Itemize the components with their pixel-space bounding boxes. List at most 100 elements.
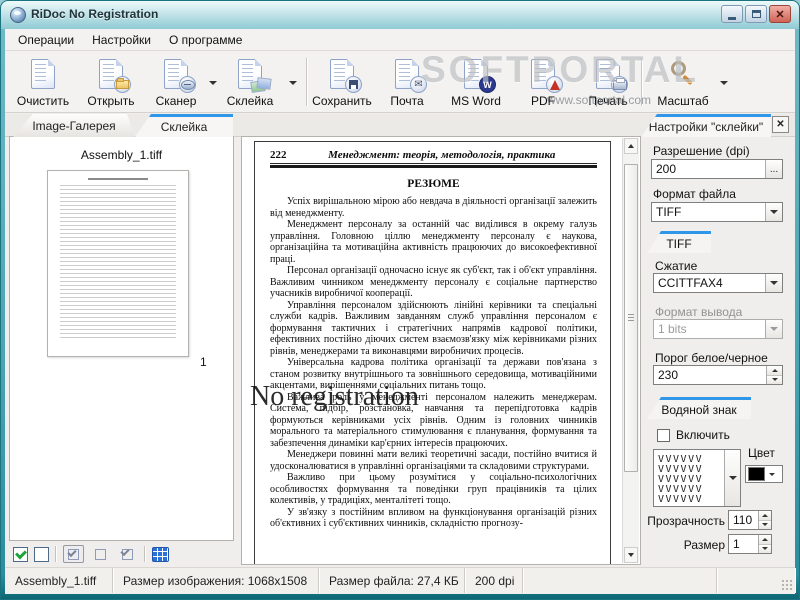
- size-spinner[interactable]: 1: [728, 534, 772, 554]
- deselect-all-checkbox-icon[interactable]: [34, 546, 49, 562]
- menu-about[interactable]: О программе: [160, 30, 251, 50]
- watermark-settings-tab[interactable]: Водяной знак: [647, 397, 751, 419]
- mail-icon: ✉: [410, 76, 427, 93]
- spinner-up-button[interactable]: [767, 366, 782, 375]
- toolbar-save-button[interactable]: Сохранить: [311, 57, 373, 109]
- close-button[interactable]: ✕: [769, 5, 791, 23]
- chevron-down-icon[interactable]: [724, 450, 740, 506]
- enable-checkbox[interactable]: [657, 428, 670, 442]
- status-file-name: Assembly_1.tiff: [5, 568, 113, 593]
- toolbar-mail-button[interactable]: ✉ Почта: [379, 57, 435, 109]
- threshold-spinner[interactable]: 230: [653, 365, 783, 385]
- merge-dropdown-arrow[interactable]: [286, 63, 300, 103]
- tab-merge[interactable]: Склейка: [135, 114, 233, 137]
- save-floppy-icon: [345, 76, 362, 93]
- app-icon: [10, 7, 26, 23]
- status-bar: Assembly_1.tiff Размер изображения: 1068…: [5, 567, 795, 593]
- select-all-checkbox-icon[interactable]: [13, 546, 28, 562]
- scroll-down-button[interactable]: [624, 547, 638, 563]
- spinner-up-button[interactable]: [759, 511, 771, 520]
- menu-settings[interactable]: Настройки: [83, 30, 160, 50]
- close-icon: ✕: [776, 119, 785, 130]
- settings-close-button[interactable]: ✕: [772, 116, 789, 133]
- toolbar-pdf-button[interactable]: PDF: [514, 57, 572, 109]
- document-header: 222 Менеджмент: теорія, методологія, пра…: [270, 149, 597, 164]
- toolbar-clear-button[interactable]: Очистить: [11, 57, 75, 109]
- tab-merge-settings[interactable]: Настройки "склейки": [641, 114, 771, 137]
- compression-label: Сжатие: [655, 259, 698, 273]
- spinner-down-button[interactable]: [767, 374, 782, 384]
- watermark-pattern-preview: VVVVVV VVVVVV VVVVVV VVVVVV VVVVVV: [658, 453, 704, 505]
- toolbar-msword-button[interactable]: W MS Word: [443, 57, 509, 109]
- file-format-select[interactable]: TIFF: [651, 202, 783, 222]
- output-format-select: 1 bits: [653, 319, 783, 339]
- output-format-label: Формат вывода: [655, 305, 743, 319]
- opacity-label: Прозрачность: [647, 514, 725, 528]
- resolution-label: Разрешение (dpi): [653, 144, 750, 158]
- thumbnail-grid-view-icon[interactable]: [152, 546, 169, 562]
- scanner-icon: [179, 76, 196, 93]
- green-check-icon: [14, 546, 27, 560]
- zoom-dropdown-arrow[interactable]: [717, 63, 731, 103]
- document-page: 222 Менеджмент: теорія, методологія, пра…: [254, 141, 611, 564]
- document-page-number: 222: [270, 149, 287, 161]
- compression-select[interactable]: CCITTFAX4: [653, 273, 783, 293]
- spinner-up-button[interactable]: [759, 535, 771, 544]
- color-select[interactable]: [745, 465, 783, 483]
- toolbar-merge-button[interactable]: Склейка: [219, 57, 281, 109]
- opacity-spinner[interactable]: 110: [728, 510, 772, 530]
- watermark-pattern-select[interactable]: VVVVVV VVVVVV VVVVVV VVVVVV VVVVVV: [653, 449, 741, 507]
- resolution-input[interactable]: 200 ...: [651, 159, 783, 179]
- toggle-selection-icon[interactable]: [117, 545, 138, 563]
- open-folder-icon: [114, 76, 131, 93]
- toolbar-separator: [306, 58, 308, 106]
- chevron-down-icon[interactable]: [765, 274, 782, 292]
- document-paragraph: Успіх вирішальною мірою або невдача в ді…: [270, 196, 597, 219]
- document-scrollbar[interactable]: [622, 138, 639, 563]
- toolbar-scanner-button[interactable]: Сканер: [146, 57, 206, 109]
- resolution-browse-button[interactable]: ...: [765, 160, 782, 178]
- spinner-down-button[interactable]: [759, 519, 771, 529]
- status-file-size: Размер файла: 27,4 КБ: [319, 568, 465, 593]
- chevron-down-icon[interactable]: [765, 466, 779, 482]
- scanner-dropdown-arrow[interactable]: [206, 63, 220, 103]
- invert-selection-icon[interactable]: [90, 545, 111, 563]
- toolbar-separator: [641, 58, 643, 106]
- toolbar-separator: [144, 546, 146, 562]
- document-running-title: Менеджмент: теорія, методологія, практик…: [328, 149, 556, 161]
- minimize-button[interactable]: [721, 5, 743, 23]
- page-thumbnail[interactable]: [47, 170, 189, 357]
- tab-image-gallery[interactable]: Image-Галерея: [13, 114, 135, 137]
- toolbar-separator: [55, 546, 57, 562]
- scrollbar-thumb[interactable]: [624, 164, 638, 472]
- document-paragraph: Персонал організації одночасно існує як …: [270, 265, 597, 299]
- thumbnail-title: Assembly_1.tiff: [80, 148, 163, 162]
- spinner-down-button[interactable]: [759, 543, 771, 553]
- select-pages-mode-icon[interactable]: [63, 545, 84, 563]
- arrow-down-icon: [762, 547, 768, 551]
- chevron-down-icon[interactable]: [765, 203, 782, 221]
- merge-images-icon: [250, 77, 273, 94]
- menu-operations[interactable]: Операции: [9, 30, 83, 50]
- no-registration-watermark: No registration: [250, 381, 419, 412]
- enable-label: Включить: [676, 428, 730, 442]
- maximize-button[interactable]: [745, 5, 767, 23]
- toolbar-open-button[interactable]: Открыть: [80, 57, 142, 109]
- page-number-label: 1: [200, 355, 207, 369]
- printer-icon: [611, 76, 628, 93]
- chevron-down-icon: [765, 320, 782, 338]
- title-bar[interactable]: RiDoc No Registration ✕: [1, 1, 799, 29]
- menu-bar: Операции Настройки О программе: [5, 29, 795, 51]
- scroll-up-button[interactable]: [624, 138, 638, 154]
- document-paragraph: Менеджмент персоналу за останній час вид…: [270, 219, 597, 265]
- maximize-icon: [751, 10, 761, 18]
- document-paragraph: Менеджери повинні мати великі теоретичні…: [270, 449, 597, 472]
- threshold-label: Порог белое/черное: [655, 351, 768, 365]
- toolbar-zoom-button[interactable]: Масштаб: [651, 57, 715, 109]
- resize-grip-icon[interactable]: [781, 579, 792, 590]
- file-format-label: Формат файла: [653, 187, 736, 201]
- toolbar-print-button[interactable]: Печать: [579, 57, 637, 109]
- arrow-down-icon: [628, 553, 634, 557]
- arrow-up-icon: [628, 144, 634, 148]
- status-resize-area: [717, 568, 795, 593]
